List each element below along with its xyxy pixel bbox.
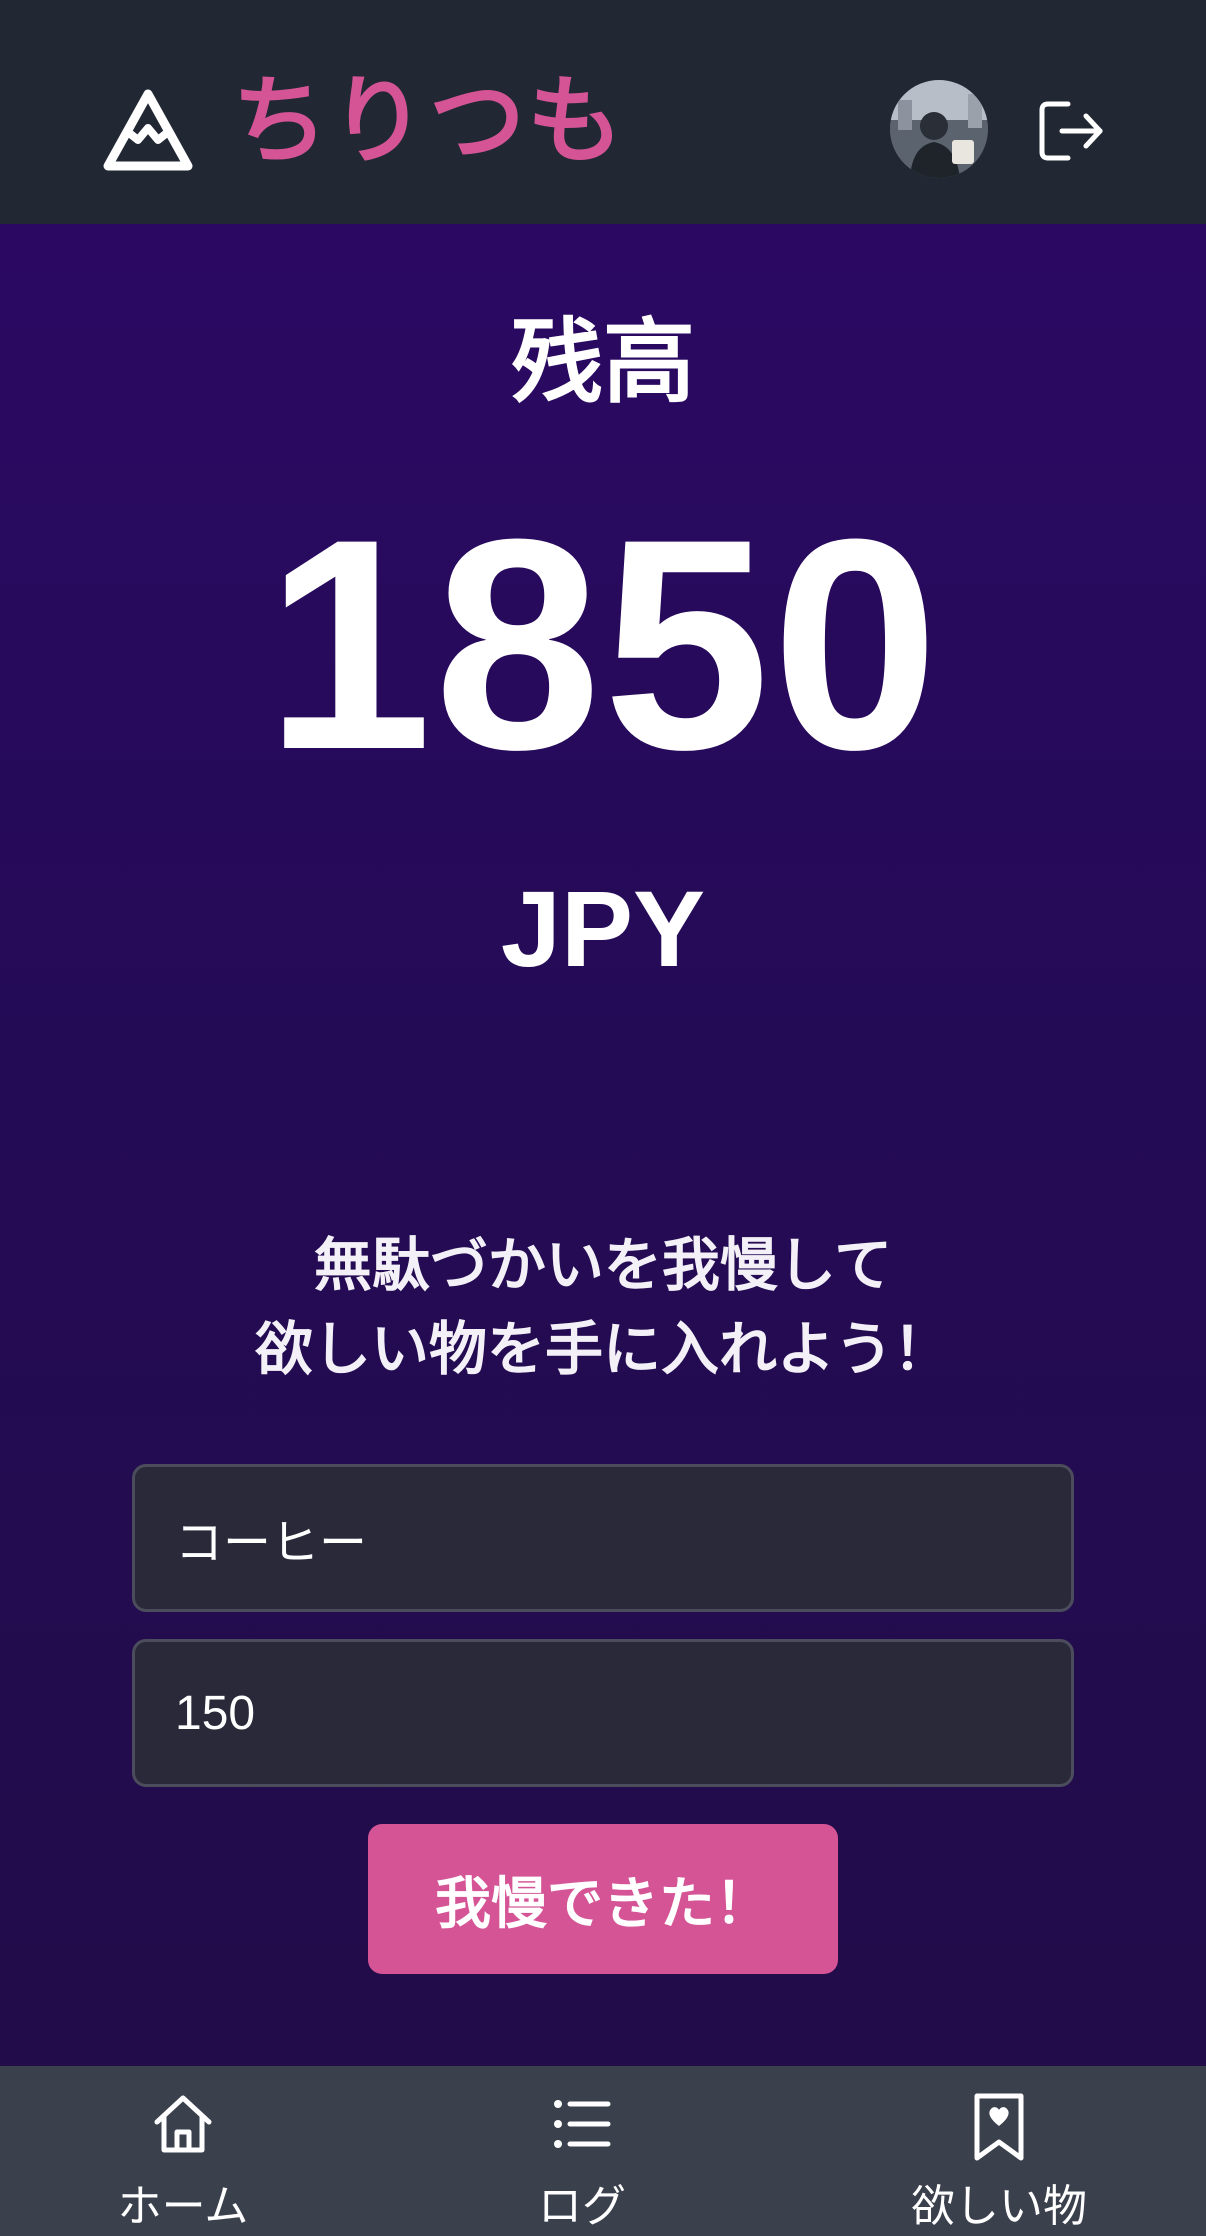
amount-input[interactable] <box>132 1639 1074 1787</box>
motivation-line-2: 欲しい物を手に入れよう！ <box>254 1317 951 1382</box>
balance-amount: 1850 <box>265 476 941 812</box>
balance-label: 残高 <box>510 312 695 414</box>
bottom-nav: ホーム ログ 欲しい物 <box>0 2066 1206 2236</box>
bookmark-heart-icon <box>974 2093 1024 2161</box>
avatar[interactable] <box>890 80 988 178</box>
mountain-icon <box>103 89 193 171</box>
nav-label-home: ホーム <box>117 2182 249 2231</box>
nav-item-wishlist[interactable]: 欲しい物 <box>849 2066 1149 2236</box>
list-icon <box>554 2100 611 2148</box>
main-content: 残高 1850 JPY 無駄づかいを我慢して 欲しい物を手に入れよう！ 我慢でき… <box>0 224 1206 2066</box>
balance-currency: JPY <box>500 868 706 989</box>
nav-item-home[interactable]: ホーム <box>33 2066 333 2236</box>
item-input[interactable] <box>132 1464 1074 1612</box>
logout-icon[interactable] <box>1038 98 1106 164</box>
nav-label-log: ログ <box>538 2182 626 2231</box>
nav-item-log[interactable]: ログ <box>432 2066 732 2236</box>
app-title: ちりつも <box>232 68 625 175</box>
submit-button[interactable]: 我慢できた！ <box>368 1824 838 1974</box>
motivation-line-1: 無駄づかいを我慢して <box>313 1233 893 1298</box>
app-header: ちりつも <box>0 0 1206 224</box>
nav-label-wishlist: 欲しい物 <box>911 2182 1087 2231</box>
home-icon <box>154 2095 212 2153</box>
motivation-message: 無駄づかいを我慢して 欲しい物を手に入れよう！ <box>0 1224 1206 1392</box>
